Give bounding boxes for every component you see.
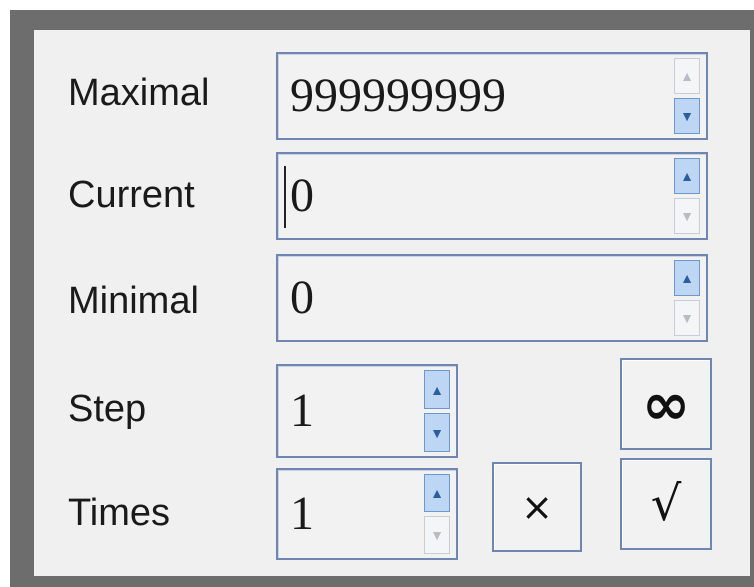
infinity-button[interactable]: ∞ [620,358,712,450]
cancel-icon: × [521,485,553,529]
maximal-up-arrow-icon[interactable]: ▲ [674,58,700,94]
confirm-button[interactable]: √ [620,458,712,550]
minimal-down-arrow-icon[interactable]: ▼ [674,300,700,336]
minimal-value[interactable]: 0 [290,274,314,322]
maximal-value[interactable]: 999999999 [290,72,506,120]
maximal-label: Maximal [68,72,210,114]
times-spinbox[interactable]: 1 ▲ ▼ [276,468,458,560]
minimal-spinbox[interactable]: 0 ▲ ▼ [276,254,708,342]
minimal-up-arrow-icon[interactable]: ▲ [674,260,700,296]
maximal-spinbox[interactable]: 999999999 ▲ ▼ [276,52,708,140]
infinity-icon: ∞ [641,370,691,438]
checkmark-icon: √ [650,476,682,532]
minimal-spin-arrows: ▲ ▼ [674,260,700,336]
times-spin-arrows: ▲ ▼ [424,474,450,554]
minimal-label: Minimal [68,280,199,322]
cancel-button[interactable]: × [492,462,582,552]
times-value[interactable]: 1 [290,490,314,538]
times-up-arrow-icon[interactable]: ▲ [424,474,450,512]
current-down-arrow-icon[interactable]: ▼ [674,198,700,234]
step-up-arrow-icon[interactable]: ▲ [424,370,450,409]
current-spinbox[interactable]: 0 ▲ ▼ [276,152,708,240]
maximal-down-arrow-icon[interactable]: ▼ [674,98,700,134]
text-caret [284,166,286,228]
step-down-arrow-icon[interactable]: ▼ [424,413,450,452]
current-label: Current [68,174,195,216]
current-up-arrow-icon[interactable]: ▲ [674,158,700,194]
step-label: Step [68,388,147,430]
times-label: Times [68,492,171,534]
step-spinbox[interactable]: 1 ▲ ▼ [276,364,458,458]
times-down-arrow-icon[interactable]: ▼ [424,516,450,554]
current-spin-arrows: ▲ ▼ [674,158,700,234]
maximal-spin-arrows: ▲ ▼ [674,58,700,134]
step-value[interactable]: 1 [290,387,314,435]
current-value[interactable]: 0 [290,172,314,220]
step-spin-arrows: ▲ ▼ [424,370,450,452]
